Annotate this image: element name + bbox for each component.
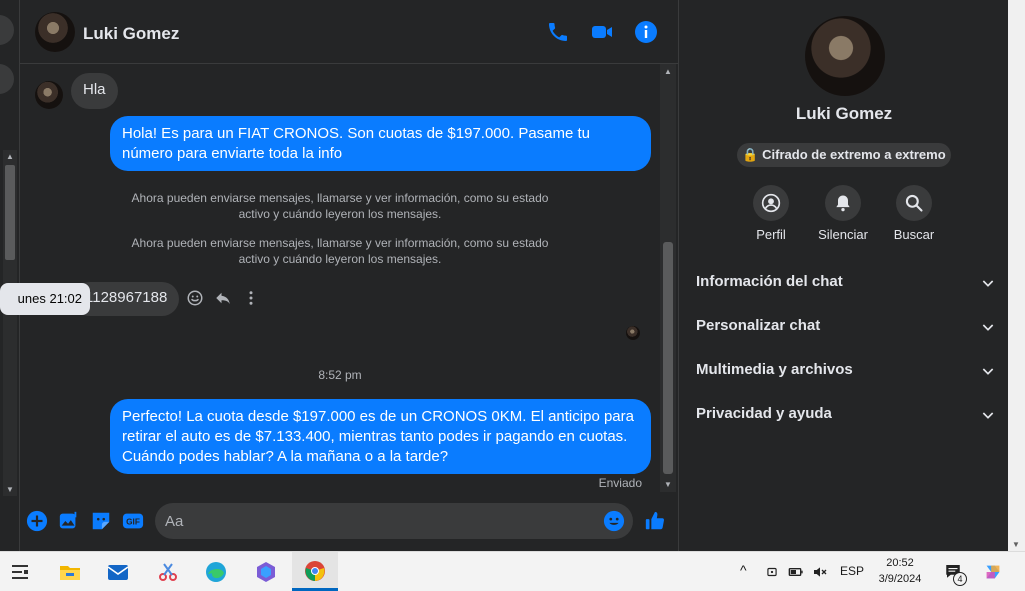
chevron-down-icon xyxy=(982,368,994,375)
info-icon[interactable] xyxy=(634,20,658,44)
chevron-down-icon xyxy=(982,324,994,331)
conversation-info-panel: Luki Gomez 🔒 Cifrado de extremo a extrem… xyxy=(678,0,1008,551)
snipping-tool-icon[interactable] xyxy=(156,560,180,584)
file-explorer-icon[interactable] xyxy=(58,560,82,584)
list-scrollbar[interactable]: ▲ ▼ xyxy=(3,150,17,496)
search-icon xyxy=(896,185,932,221)
chrome-icon xyxy=(305,561,325,581)
svg-text:GIF: GIF xyxy=(126,518,140,527)
scroll-thumb[interactable] xyxy=(5,165,15,260)
conversation-avatar[interactable] xyxy=(0,15,14,45)
clock-date: 3/9/2024 xyxy=(878,573,922,585)
conversation-avatar[interactable] xyxy=(0,64,14,94)
section-label: Personalizar chat xyxy=(696,317,821,334)
language-indicator[interactable]: ESP xyxy=(840,564,864,578)
photo-icon[interactable] xyxy=(58,510,80,532)
section-label: Privacidad y ayuda xyxy=(696,405,832,422)
section-label: Multimedia y archivos xyxy=(696,361,853,378)
clock[interactable]: 20:52 3/9/2024 xyxy=(870,555,930,587)
reply-icon[interactable] xyxy=(214,289,232,307)
message-bubble-outgoing[interactable]: Perfecto! La cuota desde $197.000 es de … xyxy=(110,399,651,474)
scroll-down-icon[interactable]: ▼ xyxy=(6,485,14,494)
chat-header: Luki Gomez xyxy=(20,0,678,64)
search-button[interactable]: Buscar xyxy=(879,185,949,242)
phone-icon[interactable] xyxy=(546,20,570,44)
section-customize-chat[interactable]: Personalizar chat xyxy=(696,317,996,347)
message-bubble-outgoing[interactable]: Hola! Es para un FIAT CRONOS. Son cuotas… xyxy=(110,116,651,171)
chevron-down-icon xyxy=(982,412,994,419)
composer: GIF xyxy=(20,500,678,542)
mute-button[interactable]: Silenciar xyxy=(808,185,878,242)
react-emoji-icon[interactable] xyxy=(186,289,204,307)
more-options-icon[interactable] xyxy=(242,289,260,307)
profile-icon xyxy=(753,185,789,221)
time-separator: 8:52 pm xyxy=(318,368,362,382)
section-label: Información del chat xyxy=(696,273,843,290)
message-bubble-incoming[interactable]: Hla xyxy=(71,73,118,109)
notification-count-badge: 4 xyxy=(953,572,967,586)
screen: ▲ ▼ Luki Gomez Hla Hola! Es para un FIAT… xyxy=(0,0,1025,591)
emoji-icon[interactable] xyxy=(603,510,625,532)
message-input[interactable] xyxy=(165,503,585,539)
conversation-list-edge: ▲ ▼ xyxy=(0,0,20,551)
like-icon[interactable] xyxy=(644,510,666,532)
lock-icon: 🔒 xyxy=(742,147,759,162)
edge-icon[interactable] xyxy=(204,560,228,584)
seen-avatar xyxy=(626,326,640,340)
system-message: Ahora pueden enviarse mensajes, llamarse… xyxy=(131,191,549,221)
battery-icon[interactable] xyxy=(788,564,804,580)
chat-panel: Luki Gomez Hla Hola! Es para un FIAT CRO… xyxy=(0,0,678,551)
scroll-down-icon[interactable]: ▼ xyxy=(664,480,672,489)
message-list: Hla Hola! Es para un FIAT CRONOS. Son cu… xyxy=(0,64,660,496)
scroll-up-icon[interactable]: ▲ xyxy=(6,152,14,161)
taskbar: ^ ESP 20:52 3/9/2024 4 xyxy=(0,551,1025,591)
contact-avatar-large[interactable] xyxy=(805,16,885,96)
timestamp-tooltip: unes 21:02 xyxy=(0,283,90,315)
chat-scrollbar[interactable]: ▲ ▼ xyxy=(660,64,676,492)
scroll-up-icon[interactable]: ▲ xyxy=(664,67,672,76)
contact-avatar[interactable] xyxy=(35,12,75,52)
mail-icon[interactable] xyxy=(106,560,130,584)
mute-label: Silenciar xyxy=(818,227,868,242)
message-status: Enviado xyxy=(598,476,642,490)
usb-icon[interactable] xyxy=(765,564,779,580)
profile-button[interactable]: Perfil xyxy=(736,185,806,242)
sender-avatar xyxy=(35,81,63,109)
encryption-label: Cifrado de extremo a extremo xyxy=(762,147,946,162)
gif-icon[interactable]: GIF xyxy=(122,510,144,532)
scroll-down-icon[interactable]: ▼ xyxy=(1012,540,1020,549)
section-chat-info[interactable]: Información del chat xyxy=(696,273,996,303)
info-contact-name: Luki Gomez xyxy=(795,104,893,123)
message-input-wrapper xyxy=(155,503,633,539)
chevron-up-icon[interactable]: ^ xyxy=(740,562,747,578)
profile-label: Perfil xyxy=(756,227,786,242)
sticker-icon[interactable] xyxy=(90,510,112,532)
chevron-down-icon xyxy=(982,280,994,287)
copilot-app-icon[interactable] xyxy=(254,560,278,584)
bell-icon xyxy=(825,185,861,221)
plus-icon[interactable] xyxy=(26,510,48,532)
contact-name[interactable]: Luki Gomez xyxy=(83,24,179,44)
volume-muted-icon[interactable] xyxy=(812,564,828,580)
copilot-icon[interactable] xyxy=(982,561,1004,583)
widgets-icon[interactable] xyxy=(8,560,32,584)
scroll-thumb[interactable] xyxy=(663,242,673,474)
encryption-badge[interactable]: 🔒 Cifrado de extremo a extremo xyxy=(737,143,951,167)
section-privacy-help[interactable]: Privacidad y ayuda xyxy=(696,405,996,435)
window-scrollbar[interactable]: ▼ xyxy=(1008,0,1025,551)
chrome-taskbar-button[interactable] xyxy=(292,552,338,591)
clock-time: 20:52 xyxy=(886,557,914,569)
system-message: Ahora pueden enviarse mensajes, llamarse… xyxy=(131,236,549,266)
video-call-icon[interactable] xyxy=(590,20,614,44)
search-label: Buscar xyxy=(893,227,935,242)
section-media-files[interactable]: Multimedia y archivos xyxy=(696,361,996,391)
